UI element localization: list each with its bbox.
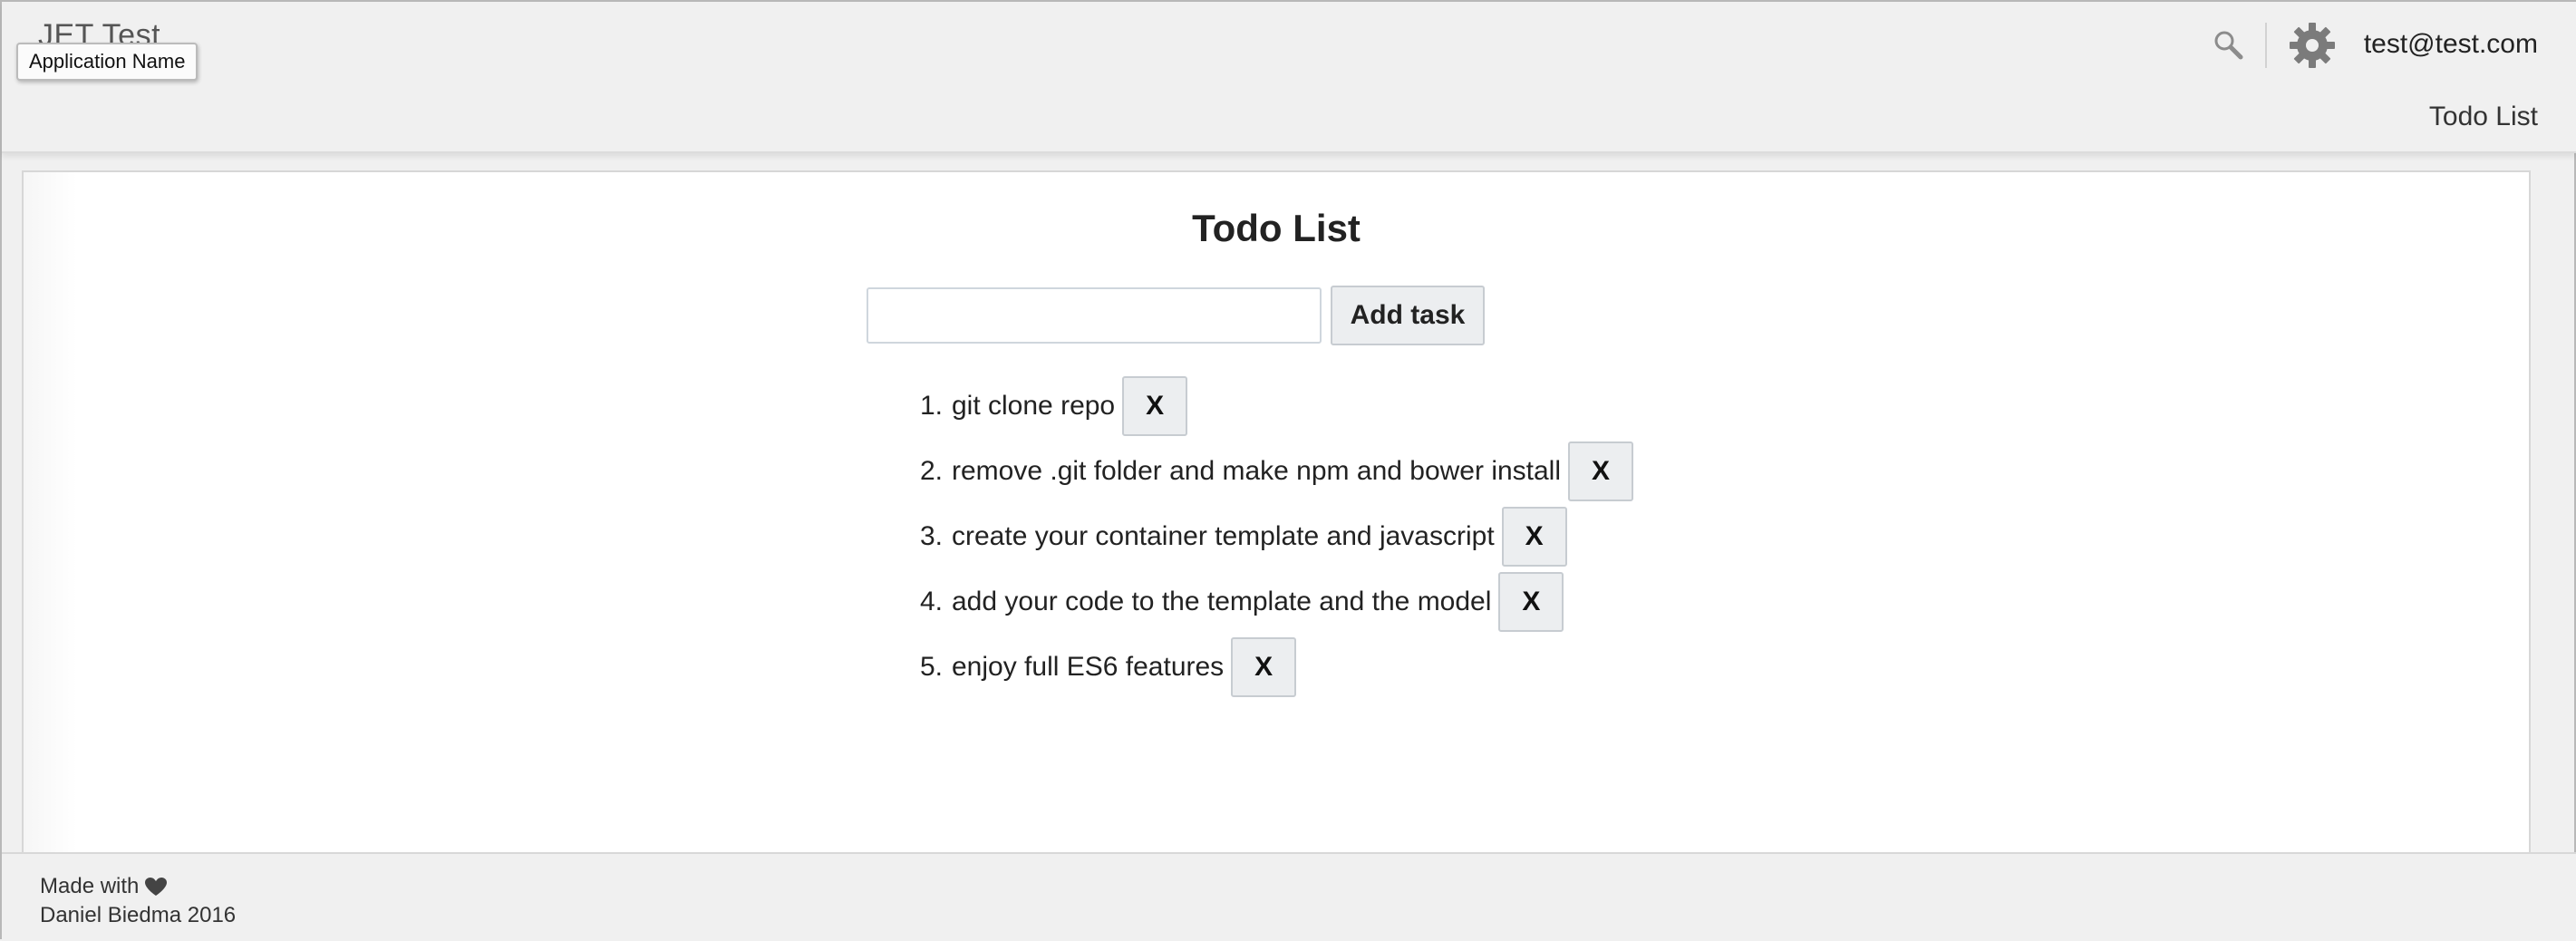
made-with-text: Made with [40, 874, 140, 898]
header-toolbar [2211, 22, 2336, 69]
page-footer: Made with Daniel Biedma 2016 [2, 852, 2576, 941]
list-item: 4. add your code to the template and the… [894, 569, 1633, 635]
app-name-tooltip: Application Name [16, 43, 199, 81]
main-content-panel: Todo List Add task 1. git clone repo X 2… [22, 170, 2531, 859]
task-text: add your code to the template and the mo… [952, 587, 1492, 616]
nav-item-todo-list[interactable]: Todo List [2429, 102, 2538, 132]
app-window: JET Test Application Name test@test.com … [0, 0, 2576, 941]
task-text: git clone repo [952, 391, 1116, 421]
delete-task-button[interactable]: X [1231, 637, 1297, 697]
footer-made-with: Made with [40, 874, 168, 899]
app-header: JET Test Application Name test@test.com … [2, 2, 2576, 153]
item-number: 1. [919, 391, 943, 421]
gear-icon[interactable] [2289, 22, 2336, 69]
item-number: 3. [919, 521, 943, 551]
add-task-button[interactable]: Add task [1331, 286, 1485, 345]
task-input[interactable] [867, 287, 1322, 344]
delete-task-button[interactable]: X [1501, 507, 1567, 567]
todo-list: 1. git clone repo X 2. remove .git folde… [894, 373, 1634, 700]
delete-task-button[interactable]: X [1498, 572, 1564, 632]
footer-credit: Daniel Biedma 2016 [40, 903, 237, 927]
heart-icon [144, 877, 168, 897]
task-text: enjoy full ES6 features [952, 652, 1225, 682]
item-number: 2. [919, 456, 943, 486]
page-title: Todo List [1192, 207, 1361, 249]
list-item: 3. create your container template and ja… [894, 504, 1633, 569]
task-text: create your container template and javas… [952, 521, 1495, 551]
item-number: 4. [919, 587, 943, 616]
panel-shadow [24, 172, 78, 858]
list-item: 1. git clone repo X [894, 373, 1633, 439]
list-item: 5. enjoy full ES6 features X [894, 635, 1633, 700]
item-number: 5. [919, 652, 943, 682]
list-item: 2. remove .git folder and make npm and b… [894, 439, 1634, 504]
task-text: remove .git folder and make npm and bowe… [952, 456, 1562, 486]
delete-task-button[interactable]: X [1568, 441, 1634, 501]
delete-task-button[interactable]: X [1122, 376, 1188, 436]
toolbar-divider [2265, 23, 2267, 68]
user-email-menu[interactable]: test@test.com [2364, 29, 2538, 60]
search-icon[interactable] [2211, 27, 2247, 63]
